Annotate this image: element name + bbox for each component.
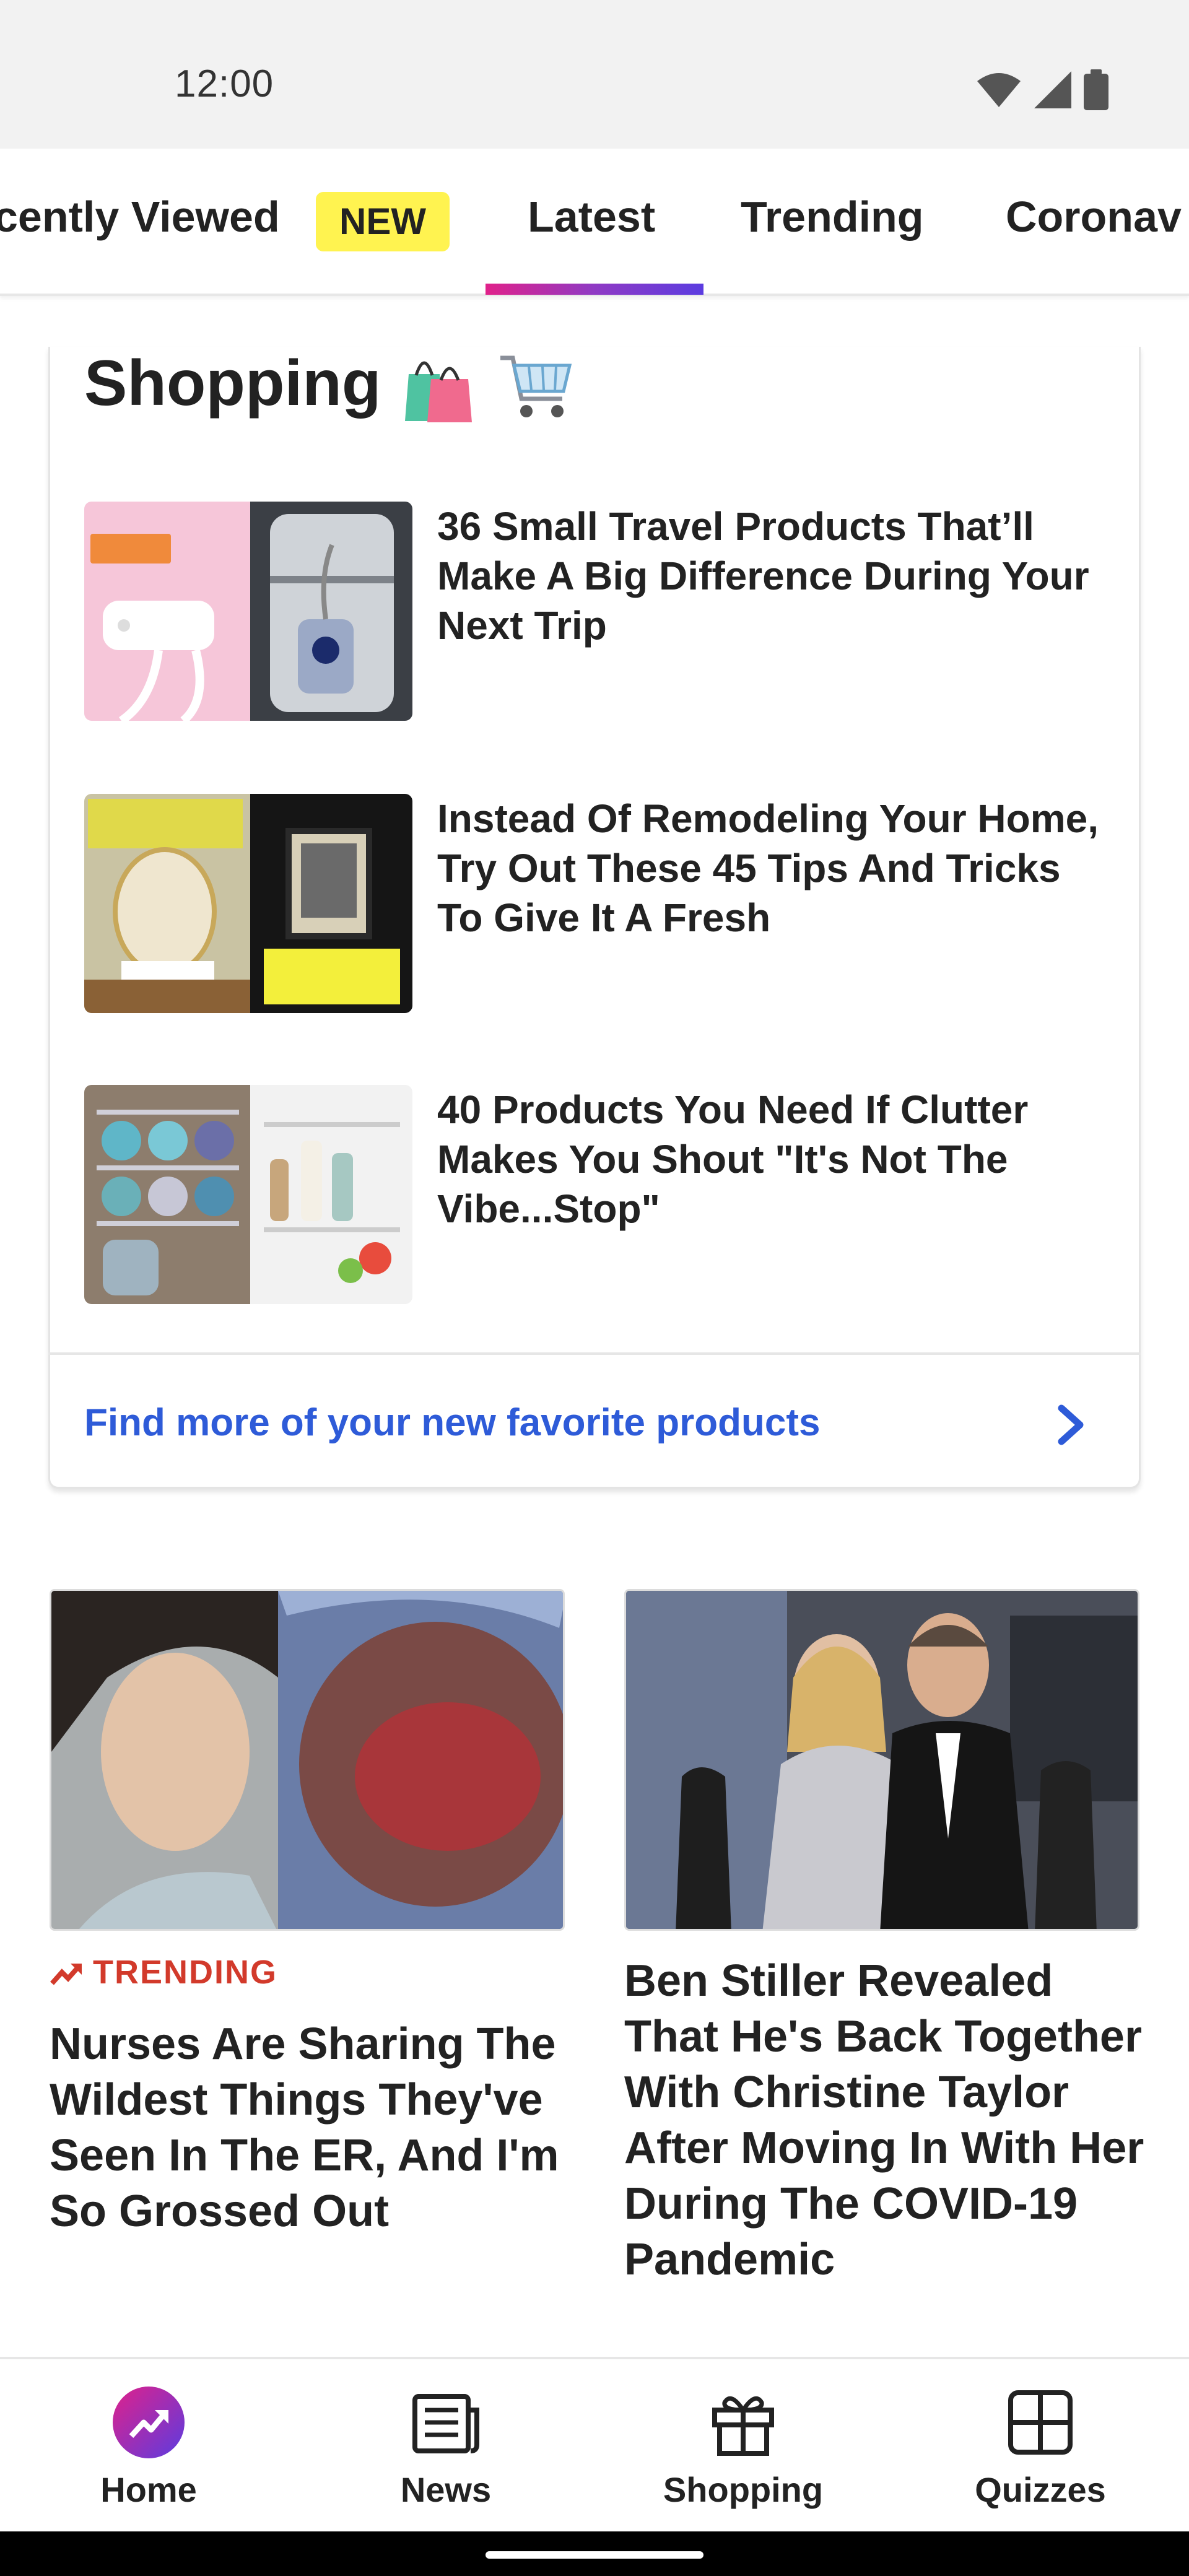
article-image[interactable] (624, 1589, 1139, 1931)
article-image[interactable] (50, 1589, 565, 1931)
chevron-right-icon[interactable] (1053, 1403, 1090, 1447)
status-icons (976, 68, 1108, 111)
article-card[interactable]: Ben Stiller Revealed That He's Back Toge… (624, 1589, 1144, 2357)
shopping-item-title[interactable]: 40 Products You Need If Clutter Makes Yo… (437, 1085, 1106, 1234)
nav-shopping-label: Shopping (663, 2470, 824, 2509)
article-card[interactable]: TRENDING Nurses Are Sharing The Wildest … (50, 1589, 565, 2357)
shopping-section-title: Shopping (84, 347, 381, 419)
trending-arrow-icon (113, 2387, 185, 2458)
status-bar: 12:00 (0, 0, 1189, 149)
tab-coronavirus[interactable]: Coronav (1006, 192, 1182, 242)
shopping-item[interactable]: 36 Small Travel Products That’ll Make A … (84, 502, 1106, 724)
find-more-products-link[interactable]: Find more of your new favorite products (84, 1401, 820, 1445)
new-badge: NEW (316, 192, 450, 251)
trending-arrow-icon (50, 1964, 82, 1985)
gift-icon (712, 2396, 774, 2456)
quiz-grid-icon (1008, 2390, 1073, 2455)
trending-label-text: TRENDING (93, 1954, 277, 1991)
tab-recently-viewed[interactable]: cently Viewed (0, 192, 280, 242)
nav-shopping[interactable]: Shopping (594, 2359, 892, 2534)
signal-icon (1034, 71, 1071, 108)
nav-home[interactable]: Home (0, 2359, 297, 2534)
shopping-item[interactable]: 40 Products You Need If Clutter Makes Yo… (84, 1085, 1106, 1308)
product-thumbnail[interactable] (84, 794, 412, 1013)
home-gesture-handle[interactable] (486, 2551, 703, 2559)
article-title[interactable]: Nurses Are Sharing The Wildest Things Th… (50, 2016, 582, 2239)
article-title[interactable]: Ben Stiller Revealed That He's Back Toge… (624, 1953, 1157, 2287)
system-gesture-bar (0, 2531, 1189, 2576)
tab-trending[interactable]: Trending (741, 192, 924, 242)
nav-news-label: News (400, 2470, 492, 2509)
tab-latest[interactable]: Latest (528, 192, 655, 242)
newspaper-icon (412, 2394, 479, 2453)
bottom-navigation: Home News Shopping Quizzes (0, 2357, 1189, 2531)
trending-label: TRENDING (50, 1953, 277, 1991)
nav-quizzes-label: Quizzes (975, 2470, 1106, 2509)
card-divider (48, 1352, 1141, 1355)
app-root: 12:00 cently Viewed NEW Latest Trending … (0, 0, 1189, 2576)
shopping-item-title[interactable]: Instead Of Remodeling Your Home, Try Out… (437, 794, 1106, 942)
shopping-item[interactable]: Instead Of Remodeling Your Home, Try Out… (84, 794, 1106, 1017)
nav-quizzes[interactable]: Quizzes (892, 2359, 1189, 2534)
category-tab-bar: cently Viewed NEW Latest Trending Corona… (0, 149, 1189, 296)
nav-home-label: Home (100, 2470, 197, 2509)
product-thumbnail[interactable] (84, 1085, 412, 1304)
cart-icon (500, 355, 572, 417)
active-tab-indicator (486, 284, 703, 295)
status-time: 12:00 (175, 63, 274, 105)
nav-news[interactable]: News (297, 2359, 594, 2534)
shopping-bags-icon (405, 361, 472, 422)
shopping-item-title[interactable]: 36 Small Travel Products That’ll Make A … (437, 502, 1106, 650)
product-thumbnail[interactable] (84, 502, 412, 721)
wifi-icon (977, 73, 1021, 107)
battery-icon (1084, 69, 1108, 110)
